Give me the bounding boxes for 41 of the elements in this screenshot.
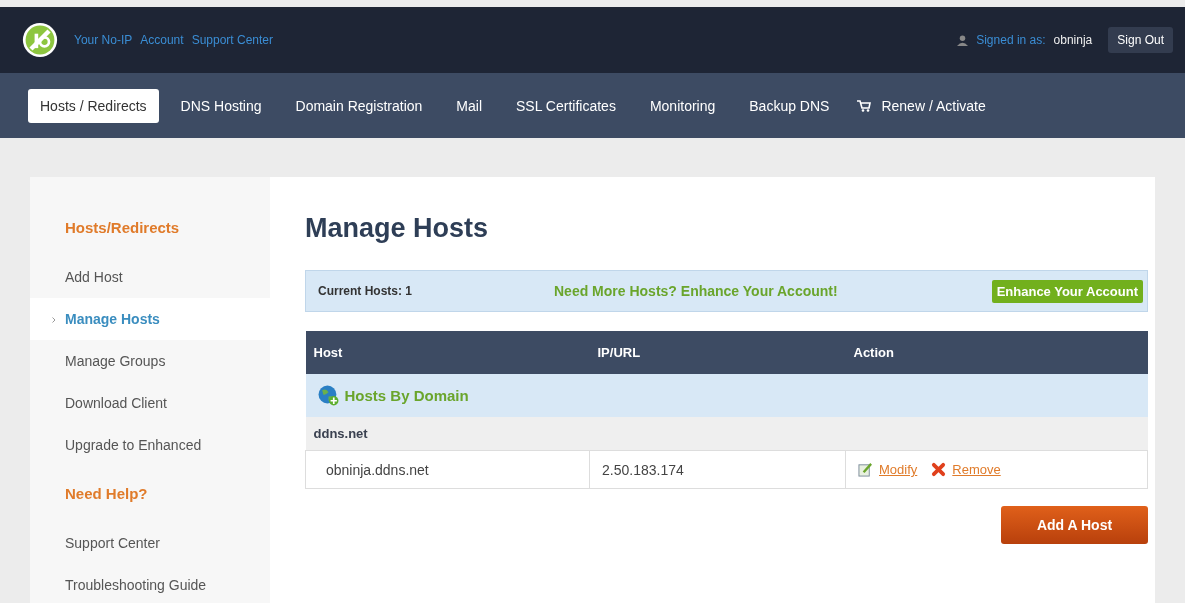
nav-tab[interactable]: Backup DNS: [737, 88, 842, 123]
sidebar-item[interactable]: Add Host: [30, 256, 270, 298]
table-cell: obninja.ddns.net: [305, 450, 590, 489]
promo-text: Need More Hosts? Enhance Your Account!: [554, 283, 839, 299]
edit-icon: [858, 462, 873, 477]
nav-tab[interactable]: Mail: [444, 88, 495, 123]
nav-tab[interactable]: SSL Certificates: [504, 88, 628, 123]
nav-tab[interactable]: Monitoring: [637, 88, 728, 123]
sidebar-item[interactable]: Support Center: [30, 522, 270, 564]
sidebar-item[interactable]: Upgrade to Enhanced: [30, 424, 270, 466]
top-link[interactable]: Support Center: [191, 33, 273, 47]
cross-icon: [931, 462, 947, 477]
column-header: Action: [845, 331, 1148, 374]
add-host-button[interactable]: Add A Host: [1001, 506, 1148, 544]
chevron-icon: [52, 317, 56, 323]
column-header: Host: [305, 331, 590, 374]
sidebar-item[interactable]: Manage Hosts: [30, 298, 270, 340]
page-title: Manage Hosts: [305, 213, 490, 244]
table-cell: 2.50.183.174: [589, 450, 846, 489]
cart-icon: [857, 99, 872, 112]
nav-tab[interactable]: Hosts / Redirects: [28, 88, 159, 123]
sidebar-heading: Hosts/Redirects: [64, 218, 181, 238]
signed-in-label: Signed in as:: [976, 33, 1046, 47]
current-hosts-label: Current Hosts: 1: [318, 284, 414, 298]
sidebar-item[interactable]: Download Client: [30, 382, 270, 424]
sidebar-item[interactable]: Troubleshooting Guide: [30, 564, 270, 603]
logo-icon[interactable]: [22, 22, 58, 58]
group-title: Hosts By Domain: [344, 387, 469, 404]
username: obninja: [1053, 33, 1093, 47]
user-icon: [957, 34, 969, 46]
column-header: IP/URL: [589, 331, 846, 374]
sidebar-item[interactable]: Manage Groups: [30, 340, 270, 382]
globe-icon: [317, 385, 339, 406]
nav-tab[interactable]: Renew / Activate: [871, 88, 998, 123]
domain-row: ddns.net: [305, 417, 1148, 451]
top-link[interactable]: Account: [140, 33, 184, 47]
top-link[interactable]: Your No-IP: [74, 33, 133, 47]
sign-out-button[interactable]: Sign Out: [1108, 27, 1173, 53]
nav-tab[interactable]: Domain Registration: [283, 88, 435, 123]
sidebar-heading: Need Help?: [64, 484, 149, 504]
nav-tab[interactable]: DNS Hosting: [168, 88, 274, 123]
